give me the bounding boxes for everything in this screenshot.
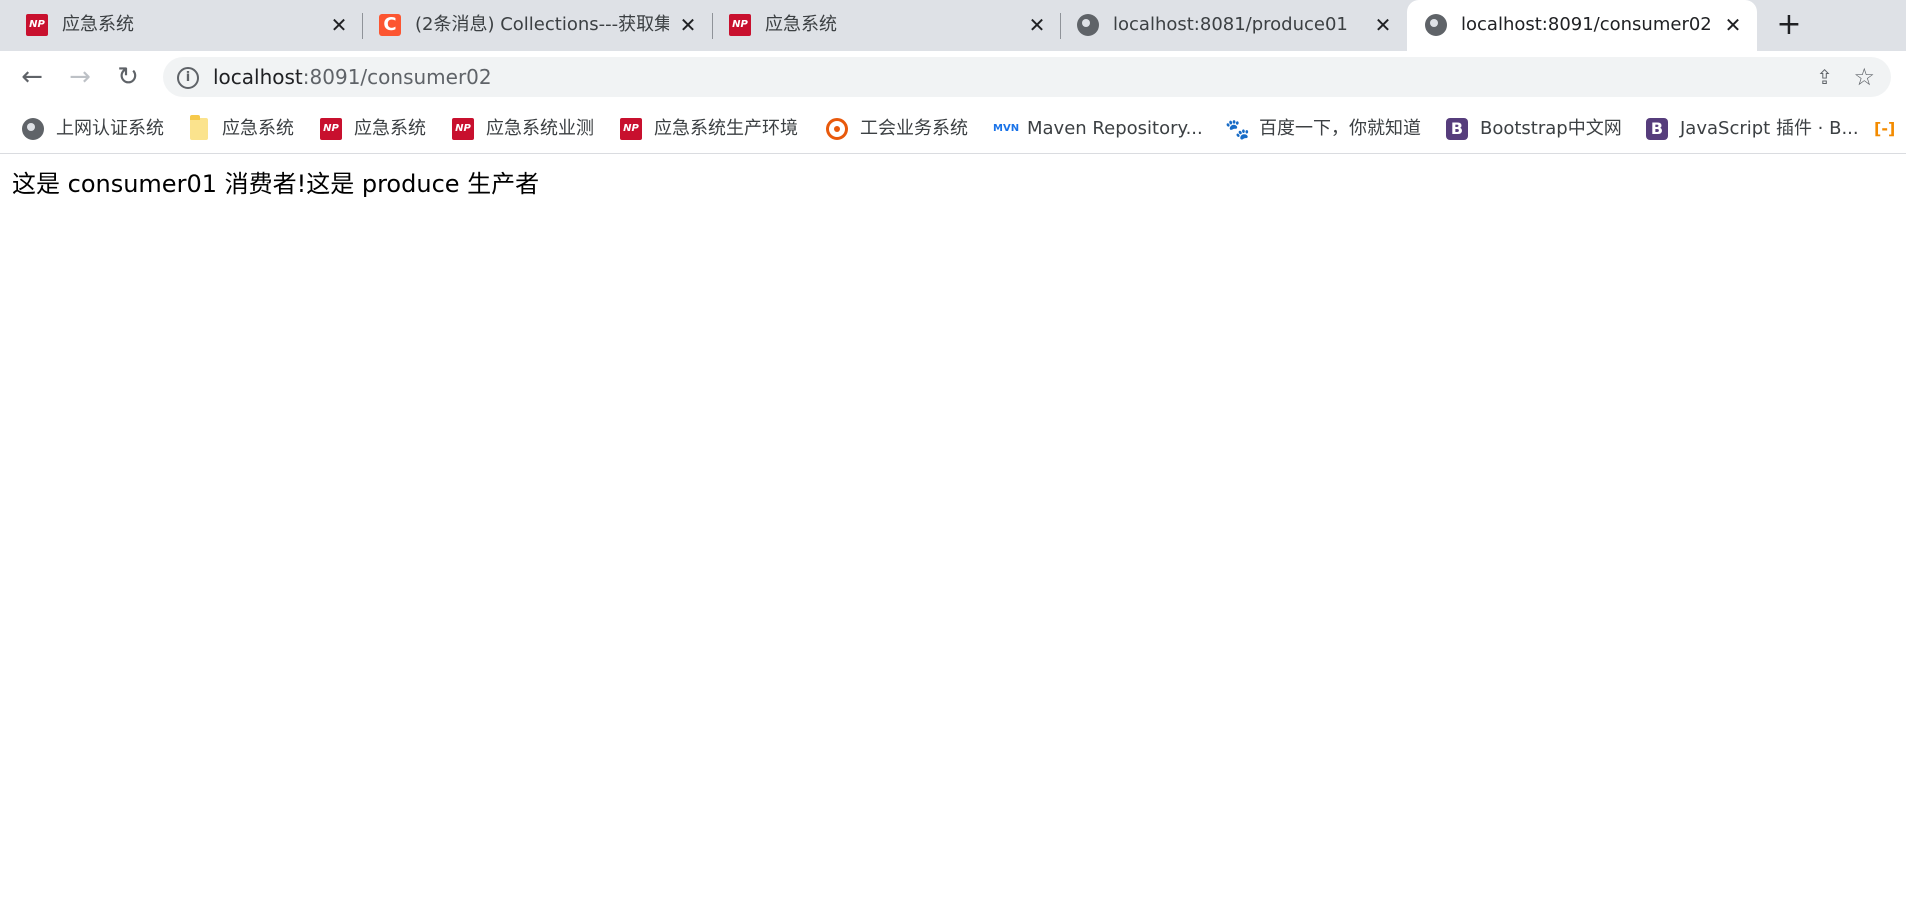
bookmark-item[interactable]: 工会业务系统: [826, 117, 968, 141]
globe-icon: [22, 118, 44, 140]
globe-icon: [1425, 14, 1447, 36]
baidu-icon: 🐾: [1225, 117, 1250, 141]
bookmark-overflow[interactable]: [-]: [1874, 117, 1904, 141]
bookmark-label: Maven Repository...: [1027, 118, 1203, 139]
address-bar[interactable]: i localhost:8091/consumer02 ⇪ ☆: [163, 57, 1891, 97]
page-content: 这是 consumer01 消费者!这是 produce 生产者: [0, 154, 1906, 897]
toolbar: ← → ↻ i localhost:8091/consumer02 ⇪ ☆: [0, 51, 1906, 103]
tab-title: 应急系统: [62, 14, 134, 35]
bookmark-item[interactable]: NP 应急系统: [320, 117, 426, 141]
forward-button[interactable]: →: [64, 61, 96, 93]
np-icon: NP: [320, 118, 342, 140]
tab-title: 应急系统: [765, 14, 837, 35]
bookmark-item[interactable]: NP 应急系统生产环境: [620, 117, 798, 141]
tab-3[interactable]: NP 应急系统 ✕: [703, 0, 1063, 51]
tab-title: (2条消息) Collections---获取集: [415, 14, 669, 35]
bookmark-label: 应急系统生产环境: [654, 118, 798, 139]
csdn-icon: C: [379, 14, 401, 36]
bookmark-item[interactable]: NP 应急系统业测: [452, 117, 594, 141]
close-icon[interactable]: ✕: [328, 14, 350, 36]
back-button[interactable]: ←: [16, 61, 48, 93]
np-icon: NP: [452, 118, 474, 140]
np-icon: NP: [620, 118, 642, 140]
url-host: localhost: [213, 65, 303, 89]
url-text[interactable]: localhost:8091/consumer02: [213, 65, 492, 89]
bookmarks-bar: 上网认证系统 应急系统 NP 应急系统 NP 应急系统业测 NP 应急系统生产环…: [0, 103, 1906, 154]
bookmark-label: JavaScript 插件 · B...: [1680, 118, 1859, 139]
tab-1[interactable]: NP 应急系统 ✕: [0, 0, 360, 51]
new-tab-button[interactable]: +: [1774, 10, 1804, 40]
close-icon[interactable]: ✕: [1372, 14, 1394, 36]
tab-5-active[interactable]: localhost:8091/consumer02 ✕: [1407, 0, 1757, 51]
tab-title: localhost:8091/consumer02: [1461, 14, 1711, 35]
bookmark-item[interactable]: 上网认证系统: [22, 117, 164, 141]
share-icon[interactable]: ⇪: [1816, 65, 1833, 89]
bookmark-label: 应急系统: [354, 118, 426, 139]
tab-title: localhost:8081/produce01: [1113, 14, 1348, 35]
bookmark-folder[interactable]: 应急系统: [190, 115, 294, 141]
code-icon: [-]: [1874, 119, 1896, 138]
union-icon: [826, 118, 848, 140]
mvn-icon: MVN: [993, 123, 1020, 134]
bookmark-item[interactable]: B JavaScript 插件 · B...: [1646, 117, 1859, 141]
page-message: 这是 consumer01 消费者!这是 produce 生产者: [12, 170, 540, 198]
bookmark-item[interactable]: B Bootstrap中文网: [1446, 117, 1622, 141]
globe-icon: [1077, 14, 1099, 36]
bookmark-label: 应急系统业测: [486, 118, 594, 139]
tab-4[interactable]: localhost:8081/produce01 ✕: [1051, 0, 1411, 51]
bookmark-label: Bootstrap中文网: [1480, 118, 1622, 139]
bookmark-label: 应急系统: [222, 118, 294, 139]
close-icon[interactable]: ✕: [1722, 14, 1744, 36]
url-path: :8091/consumer02: [302, 65, 492, 89]
folder-icon: [190, 115, 208, 140]
bookmark-star-icon[interactable]: ☆: [1853, 63, 1875, 91]
bookmark-label: 工会业务系统: [860, 118, 968, 139]
close-icon[interactable]: ✕: [677, 14, 699, 36]
np-icon: NP: [729, 14, 751, 36]
bookmark-item[interactable]: 🐾 百度一下，你就知道: [1225, 117, 1421, 141]
bootstrap-icon: B: [1446, 118, 1468, 140]
tab-2[interactable]: C (2条消息) Collections---获取集 ✕: [353, 0, 713, 51]
bookmark-label: 上网认证系统: [56, 118, 164, 139]
tab-strip: NP 应急系统 ✕ C (2条消息) Collections---获取集 ✕ N…: [0, 0, 1906, 51]
bootstrap-icon: B: [1646, 118, 1668, 140]
bookmark-label: 百度一下，你就知道: [1259, 118, 1421, 139]
close-icon[interactable]: ✕: [1026, 14, 1048, 36]
bookmark-item[interactable]: MVN Maven Repository...: [993, 117, 1203, 141]
reload-button[interactable]: ↻: [112, 61, 144, 93]
np-icon: NP: [26, 14, 48, 36]
site-info-icon[interactable]: i: [177, 67, 199, 89]
